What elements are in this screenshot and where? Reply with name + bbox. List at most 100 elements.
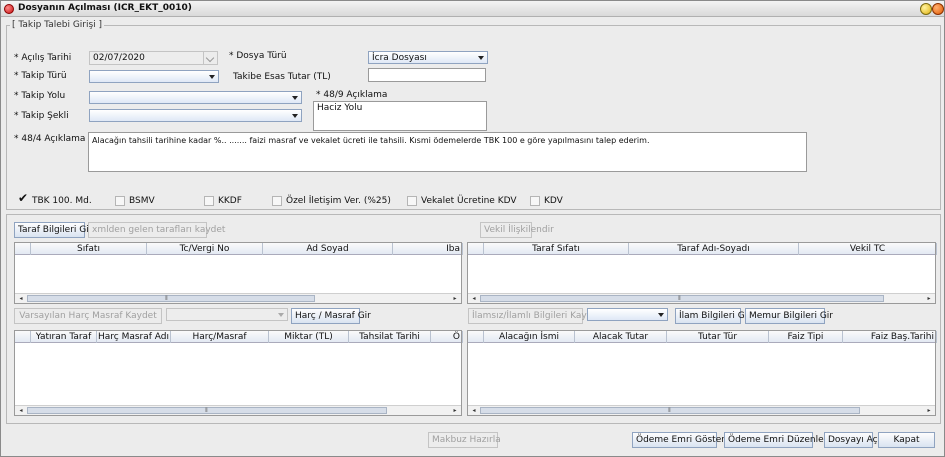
tbk-100-checkbox[interactable]: ✔ xyxy=(18,191,28,205)
chevron-down-icon xyxy=(478,56,484,60)
grip-icon: ⦀ xyxy=(678,295,681,302)
takip-yolu-select[interactable] xyxy=(89,91,302,104)
vekalet-kdv-checkbox[interactable] xyxy=(407,196,417,206)
column-header[interactable]: Alacak Tutar xyxy=(575,331,667,343)
takibe-esas-tutar-label: Takibe Esas Tutar (TL) xyxy=(233,72,331,82)
ilamsiz-ilamli-kaydet-button[interactable]: İlamsız/İlamlı Bilgileri Kaydet xyxy=(468,308,602,324)
chevron-down-icon xyxy=(658,313,664,317)
takip-turu-select[interactable] xyxy=(89,70,219,83)
harc-select[interactable] xyxy=(166,308,288,321)
column-header[interactable]: Taraf Sıfatı xyxy=(484,243,629,255)
column-header[interactable]: Iba xyxy=(393,243,463,255)
grip-icon: ⦀ xyxy=(165,295,168,302)
horizontal-scrollbar[interactable]: ◂ ⦀ ▸ xyxy=(468,405,935,415)
column-header[interactable]: Vekil TC xyxy=(799,243,937,255)
aciklama-484-label: * 48/4 Açıklama xyxy=(14,134,86,144)
bsmv-label: BSMV xyxy=(129,196,155,206)
makbuz-hazirla-button[interactable]: Makbuz Hazırla xyxy=(428,432,501,448)
takip-sekli-label: * Takip Şekli xyxy=(14,111,69,121)
scroll-thumb[interactable] xyxy=(480,295,884,302)
window-title: Dosyanın Açılması (ICR_EKT_0010) xyxy=(18,3,192,13)
vekil-table-header: Taraf Sıfatı Taraf Adı-Soyadı Vekil TC xyxy=(468,243,937,255)
horizontal-scrollbar[interactable]: ◂ ⦀ ▸ xyxy=(15,405,461,415)
varsayilan-harc-kaydet-button[interactable]: Varsayılan Harç Masraf Kaydet xyxy=(14,308,162,324)
acilis-tarihi-label: * Açılış Tarihi xyxy=(14,53,72,63)
harc-table-header: Yatıran Taraf Harç Masraf Adı Harç/Masra… xyxy=(15,331,463,343)
dosya-turu-value: İcra Dosyası xyxy=(372,53,427,63)
takibe-esas-tutar-input[interactable] xyxy=(368,68,486,82)
date-dropdown-icon[interactable] xyxy=(203,51,218,65)
column-header[interactable]: Miktar (TL) xyxy=(269,331,349,343)
acilis-tarihi-input[interactable]: 02/07/2020 xyxy=(89,51,205,65)
scroll-left-icon[interactable]: ◂ xyxy=(17,407,25,415)
ilam-select[interactable] xyxy=(587,308,668,321)
section-legend: [ Takip Talebi Girişi ] xyxy=(10,20,105,30)
column-header[interactable]: Tutar Tür xyxy=(667,331,769,343)
title-bar: Dosyanın Açılması (ICR_EKT_0010) xyxy=(1,1,944,17)
taraf-bilgileri-button[interactable]: Taraf Bilgileri Gir xyxy=(14,222,92,238)
column-header[interactable]: Sıfatı xyxy=(31,243,147,255)
column-header[interactable]: Faiz Tipi xyxy=(769,331,843,343)
dosya-turu-select[interactable]: İcra Dosyası xyxy=(368,51,488,64)
tbk-100-label: TBK 100. Md. xyxy=(32,196,92,206)
xmlden-kaydet-button[interactable]: xmlden gelen tarafları kaydet xyxy=(88,222,225,238)
column-header[interactable]: Alacağın İsmi xyxy=(484,331,575,343)
takip-yolu-label: * Takip Yolu xyxy=(14,91,66,101)
takip-sekli-select[interactable] xyxy=(89,109,302,122)
scroll-thumb[interactable] xyxy=(27,295,315,302)
minimize-icon[interactable] xyxy=(920,3,932,15)
column-header[interactable]: Tc/Vergi No xyxy=(147,243,263,255)
horizontal-scrollbar[interactable]: ◂ ⦀ ▸ xyxy=(468,293,935,303)
column-header[interactable]: Harç/Masraf xyxy=(171,331,269,343)
taraf-table: Sıfatı Tc/Vergi No Ad Soyad Iba ◂ ⦀ ▸ xyxy=(14,242,463,304)
vekil-iliskilendir-button[interactable]: Vekil İlişkilendir xyxy=(480,222,554,238)
scroll-right-icon[interactable]: ▸ xyxy=(925,295,933,303)
memur-bilgileri-gir-button[interactable]: Memur Bilgileri Gir xyxy=(745,308,833,324)
horizontal-scrollbar[interactable]: ◂ ⦀ ▸ xyxy=(15,293,461,303)
column-header[interactable]: Ad Soyad xyxy=(263,243,393,255)
scroll-right-icon[interactable]: ▸ xyxy=(925,407,933,415)
column-header[interactable]: Yatıran Taraf xyxy=(31,331,97,343)
dosyayi-ac-button[interactable]: Dosyayı Aç xyxy=(824,432,878,448)
ilam-table: Alacağın İsmi Alacak Tutar Tutar Tür Fai… xyxy=(467,330,937,416)
app-icon xyxy=(4,4,14,14)
grip-icon: ⦀ xyxy=(205,407,208,414)
scroll-left-icon[interactable]: ◂ xyxy=(470,295,478,303)
chevron-down-icon xyxy=(209,75,215,79)
column-header[interactable]: Ö xyxy=(431,331,463,343)
scroll-right-icon[interactable]: ▸ xyxy=(451,407,459,415)
main-window: Dosyanın Açılması (ICR_EKT_0010) [ Takip… xyxy=(0,0,945,457)
taraf-table-header: Sıfatı Tc/Vergi No Ad Soyad Iba xyxy=(15,243,463,255)
grip-icon: ⦀ xyxy=(668,407,671,414)
scroll-left-icon[interactable]: ◂ xyxy=(17,295,25,303)
odeme-emri-goster-button[interactable]: Ödeme Emri Göster xyxy=(632,432,725,448)
kapat-button[interactable]: Kapat xyxy=(878,432,935,448)
vekalet-kdv-label: Vekalet Ücretine KDV xyxy=(421,196,517,206)
dosya-turu-label: * Dosya Türü xyxy=(229,51,287,61)
kkdf-label: KKDF xyxy=(218,196,242,206)
scroll-left-icon[interactable]: ◂ xyxy=(470,407,478,415)
harc-table: Yatıran Taraf Harç Masraf Adı Harç/Masra… xyxy=(14,330,463,416)
chevron-down-icon xyxy=(278,313,284,317)
column-header[interactable]: Tahsilat Tarihi xyxy=(349,331,431,343)
harc-masraf-gir-button[interactable]: Harç / Masraf Gir xyxy=(291,308,371,324)
scroll-right-icon[interactable]: ▸ xyxy=(451,295,459,303)
column-header[interactable]: Harç Masraf Adı xyxy=(97,331,171,343)
ozel-iletisim-label: Özel İletişim Ver. (%25) xyxy=(286,196,391,206)
kdv-checkbox[interactable] xyxy=(530,196,540,206)
ozel-iletisim-checkbox[interactable] xyxy=(272,196,282,206)
column-header[interactable]: Faiz Baş.Tarihi xyxy=(843,331,937,343)
aciklama-484-textarea[interactable]: Alacağın tahsili tarihine kadar %.. ....… xyxy=(88,132,807,172)
odeme-emri-duzenle-button[interactable]: Ödeme Emri Düzenle xyxy=(724,432,824,448)
bsmv-checkbox[interactable] xyxy=(115,196,125,206)
ilam-table-header: Alacağın İsmi Alacak Tutar Tutar Tür Fai… xyxy=(468,331,937,343)
vekil-table: Taraf Sıfatı Taraf Adı-Soyadı Vekil TC ◂… xyxy=(467,242,937,304)
aciklama-489-label: * 48/9 Açıklama xyxy=(316,90,388,100)
kkdf-checkbox[interactable] xyxy=(204,196,214,206)
ilam-bilgileri-gir-button[interactable]: İlam Bilgileri Gir xyxy=(675,308,751,324)
takip-turu-label: * Takip Türü xyxy=(14,71,67,81)
column-header[interactable]: Taraf Adı-Soyadı xyxy=(629,243,799,255)
close-icon[interactable] xyxy=(932,3,944,15)
aciklama-489-input[interactable]: Haciz Yolu xyxy=(313,101,487,131)
kdv-label: KDV xyxy=(544,196,563,206)
